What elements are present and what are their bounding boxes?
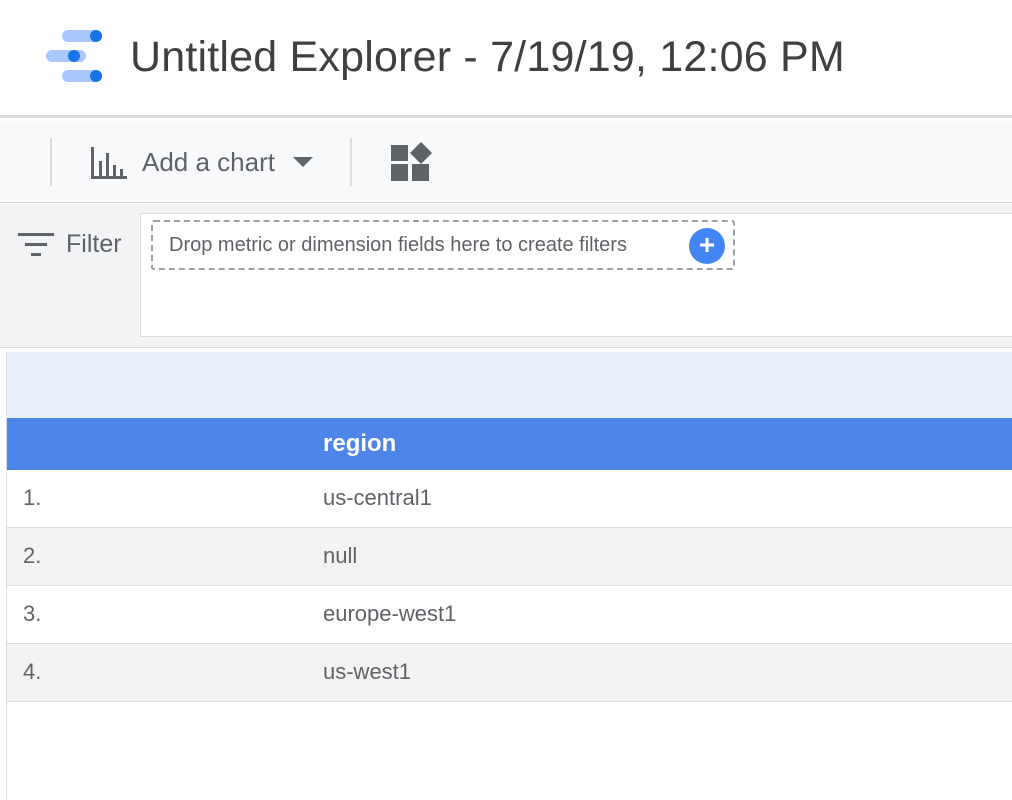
- toolbar: Add a chart: [0, 121, 1012, 203]
- row-index: 4.: [23, 659, 42, 684]
- bar-chart-icon: [91, 147, 127, 179]
- toolbar-divider: [50, 138, 52, 186]
- filter-text: Filter: [66, 230, 122, 258]
- filter-bar: Filter Drop metric or dimension fields h…: [0, 204, 1012, 348]
- region-cell: null: [323, 543, 358, 568]
- row-index: 2.: [23, 543, 42, 568]
- table-header: region: [7, 418, 1012, 470]
- table-row: 3. europe-west1: [7, 586, 1012, 644]
- filter-drop-hint: Drop metric or dimension fields here to …: [169, 233, 627, 256]
- filter-drop-area[interactable]: Drop metric or dimension fields here to …: [140, 213, 1012, 337]
- filter-label: Filter: [18, 230, 122, 259]
- region-cell: us-central1: [323, 485, 432, 510]
- results-table: region 1. us-central1 2. null 3. europe-…: [6, 352, 1012, 800]
- add-chart-button[interactable]: Add a chart: [88, 141, 313, 183]
- chevron-down-icon: [292, 157, 313, 167]
- report-title[interactable]: Untitled Explorer - 7/19/19, 12:06 PM: [130, 30, 845, 84]
- filter-drop-zone[interactable]: Drop metric or dimension fields here to …: [151, 220, 735, 270]
- add-filter-button[interactable]: +: [689, 228, 725, 264]
- app-header: Untitled Explorer - 7/19/19, 12:06 PM: [0, 0, 1012, 118]
- region-cell: europe-west1: [323, 601, 457, 626]
- table-row: 2. null: [7, 528, 1012, 586]
- table-row: 1. us-central1: [7, 470, 1012, 528]
- region-cell: us-west1: [323, 659, 412, 684]
- table-row: 4. us-west1: [7, 644, 1012, 702]
- community-components-icon[interactable]: [390, 142, 432, 182]
- toolbar-divider: [350, 138, 352, 186]
- add-chart-label: Add a chart: [142, 146, 275, 177]
- row-index: 1.: [23, 485, 42, 510]
- column-header-region[interactable]: region: [323, 430, 396, 458]
- filter-icon: [18, 232, 54, 256]
- table-title-band: [7, 352, 1012, 418]
- data-studio-logo-icon: [46, 30, 102, 82]
- row-index: 3.: [23, 601, 42, 626]
